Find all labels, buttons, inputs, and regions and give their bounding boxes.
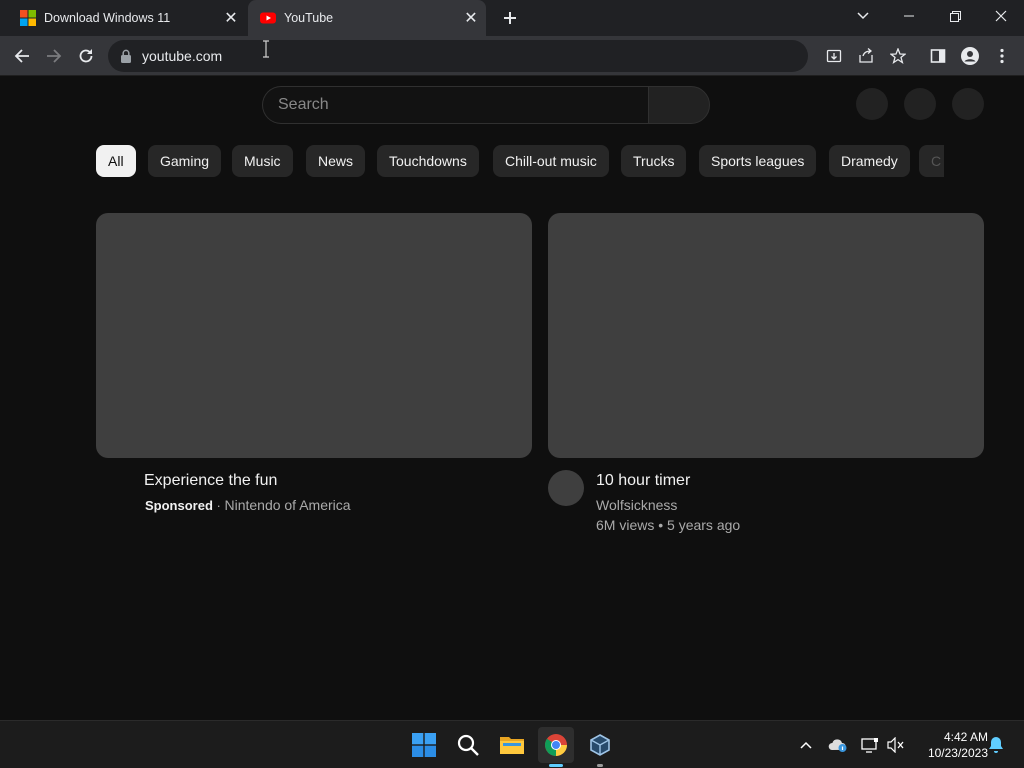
search-box	[262, 86, 648, 124]
tab-youtube[interactable]: YouTube ✕	[248, 0, 486, 36]
share-icon	[859, 48, 873, 63]
virtualbox-taskbar-button[interactable]	[582, 727, 618, 767]
side-panel-button[interactable]	[924, 42, 952, 70]
meta-separator: ·	[212, 498, 225, 513]
network-tray-icon[interactable]	[860, 735, 880, 755]
menu-button[interactable]	[988, 42, 1016, 70]
browser-toolbar: youtube.com	[0, 36, 1024, 76]
search-taskbar-button[interactable]	[450, 727, 486, 763]
more-vertical-icon	[1000, 48, 1004, 64]
tab-strip: Download Windows 11 ✕ YouTube ✕	[0, 0, 1024, 36]
star-icon	[890, 48, 906, 64]
volume-muted-icon	[887, 737, 904, 753]
virtualbox-icon	[590, 734, 610, 756]
lock-icon	[121, 49, 131, 63]
chip-music[interactable]: Music	[232, 145, 293, 177]
new-tab-button[interactable]	[498, 6, 522, 30]
search-icon	[457, 734, 479, 756]
clock-time: 4:42 AM	[943, 730, 988, 744]
side-panel-icon	[930, 49, 946, 63]
windows-start-icon	[412, 733, 436, 757]
volume-tray-icon[interactable]	[886, 735, 906, 755]
tab-search-button[interactable]	[840, 0, 886, 32]
plus-icon	[504, 12, 516, 24]
tab-title: Download Windows 11	[44, 11, 171, 25]
chrome-icon	[545, 734, 567, 756]
install-icon	[826, 49, 842, 63]
profile-icon	[961, 47, 979, 65]
close-tab-icon[interactable]: ✕	[222, 9, 240, 27]
reload-icon	[79, 49, 93, 63]
back-button[interactable]	[8, 42, 36, 70]
profile-button[interactable]	[956, 42, 984, 70]
chevron-up-icon	[800, 741, 812, 749]
video-thumbnail[interactable]	[96, 213, 532, 458]
arrow-right-icon	[47, 49, 62, 63]
chip-touchdowns[interactable]: Touchdowns	[377, 145, 479, 177]
clock[interactable]: 4:42 AM 10/23/2023	[912, 729, 988, 761]
video-meta: Sponsored · Nintendo of America	[145, 497, 351, 513]
minimize-button[interactable]	[886, 0, 932, 32]
video-title[interactable]: Experience the fun	[144, 472, 277, 490]
address-text: youtube.com	[142, 48, 223, 64]
tab-title: YouTube	[284, 11, 334, 25]
close-icon	[995, 10, 1007, 22]
onedrive-tray-icon[interactable]	[828, 735, 848, 755]
restore-icon	[949, 10, 961, 22]
channel-avatar[interactable]	[548, 470, 584, 506]
youtube-logo-icon	[260, 12, 276, 24]
folder-icon	[500, 737, 524, 754]
tab-download-windows[interactable]: Download Windows 11 ✕	[8, 0, 246, 36]
clock-date: 10/23/2023	[927, 746, 988, 760]
reload-button[interactable]	[72, 42, 100, 70]
install-app-button[interactable]	[820, 42, 848, 70]
chip-news[interactable]: News	[306, 145, 366, 177]
chip-sports-leagues[interactable]: Sports leagues	[699, 145, 817, 177]
chip-trucks[interactable]: Trucks	[621, 145, 687, 177]
file-explorer-button[interactable]	[494, 727, 530, 763]
start-button[interactable]	[406, 727, 442, 763]
text-cursor-icon	[263, 40, 269, 58]
arrow-left-icon	[14, 49, 29, 63]
minimize-icon	[904, 15, 914, 17]
forward-button[interactable]	[40, 42, 68, 70]
search-input[interactable]	[278, 96, 618, 114]
chip-chill-out-music[interactable]: Chill-out music	[493, 145, 609, 177]
chip-all[interactable]: All	[96, 145, 136, 177]
chip-bar: All Gaming Music News Touchdowns Chill-o…	[96, 145, 944, 177]
account-button-placeholder[interactable]	[952, 88, 984, 120]
chevron-down-icon	[857, 12, 869, 20]
share-button[interactable]	[852, 42, 880, 70]
cloud-info-icon	[828, 739, 847, 752]
bookmark-button[interactable]	[884, 42, 912, 70]
chip-dramedy[interactable]: Dramedy	[829, 145, 910, 177]
create-button-placeholder[interactable]	[904, 88, 936, 120]
chrome-taskbar-button[interactable]	[538, 727, 574, 767]
chip-partial[interactable]: C	[919, 145, 944, 177]
video-thumbnail[interactable]	[548, 213, 984, 458]
channel-name[interactable]: Wolfsickness	[596, 497, 677, 513]
notifications-button[interactable]	[986, 735, 1006, 755]
bell-icon	[989, 737, 1003, 753]
close-tab-icon[interactable]: ✕	[462, 9, 480, 27]
video-stats: 6M views • 5 years ago	[596, 517, 741, 533]
channel-name[interactable]: Nintendo of America	[224, 497, 350, 513]
sponsored-label: Sponsored	[145, 498, 213, 513]
active-indicator	[549, 764, 563, 767]
taskbar: 4:42 AM 10/23/2023	[0, 720, 1024, 768]
voice-search-button-placeholder[interactable]	[856, 88, 888, 120]
close-window-button[interactable]	[978, 0, 1024, 32]
chip-gaming[interactable]: Gaming	[148, 145, 222, 177]
restore-button[interactable]	[932, 0, 978, 32]
network-icon	[861, 738, 878, 753]
windows-logo-icon	[20, 10, 36, 26]
address-bar[interactable]: youtube.com	[108, 40, 808, 72]
video-title[interactable]: 10 hour timer	[596, 472, 690, 490]
running-indicator	[597, 764, 603, 767]
search-button[interactable]	[648, 86, 710, 124]
show-hidden-icons-button[interactable]	[796, 735, 816, 755]
